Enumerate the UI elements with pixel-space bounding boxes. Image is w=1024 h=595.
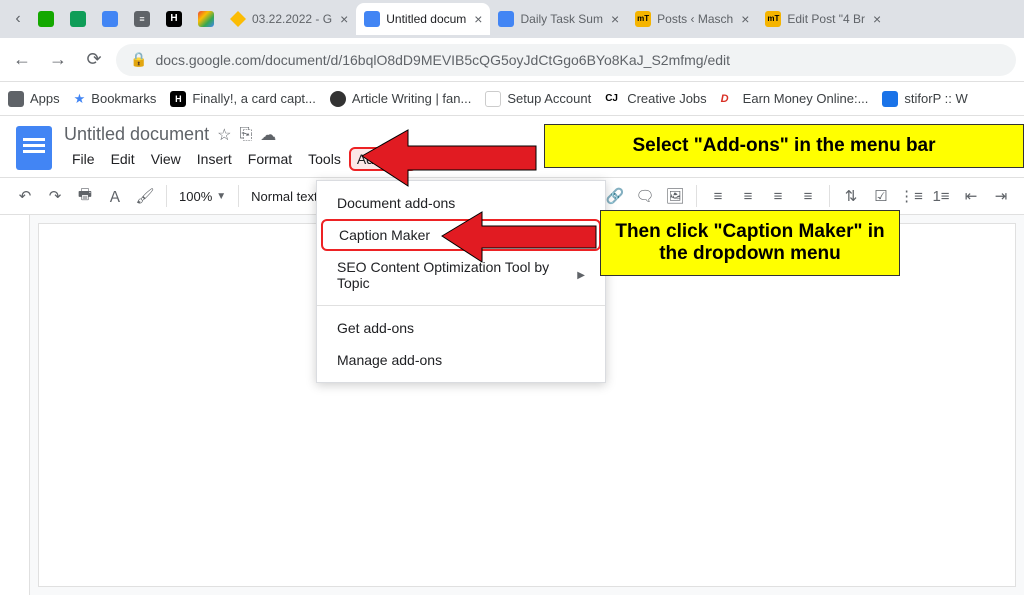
image-button[interactable]: 🖼 [662,183,688,209]
align-left-button[interactable]: ≡ [705,183,731,209]
close-icon[interactable]: × [741,11,749,27]
bookmark-item[interactable]: ★Bookmarks [74,91,157,107]
close-icon[interactable]: × [611,11,619,27]
annotation-arrow [360,126,540,196]
move-icon[interactable]: ⎘ [239,126,252,144]
checklist-button[interactable]: ☑ [868,183,894,209]
close-icon[interactable]: × [340,11,348,27]
bulleted-list-button[interactable]: ⋮≡ [898,183,924,209]
vertical-ruler [0,215,30,595]
spellcheck-button[interactable]: Ａ [102,183,128,209]
doc-title[interactable]: Untitled document [64,124,209,145]
annotation-arrow [440,210,600,270]
menu-format[interactable]: Format [240,147,300,171]
indent-increase-button[interactable]: ⇥ [988,183,1014,209]
back-button[interactable]: ← [8,46,36,74]
print-button[interactable]: 🖶 [72,183,98,209]
dropdown-item-manage-addons[interactable]: Manage add-ons [317,344,605,376]
browser-tab[interactable]: mTEdit Post "4 Br× [757,3,889,35]
annotation-callout: Select "Add-ons" in the menu bar [544,124,1024,168]
paint-format-button[interactable]: 🖌 [132,183,158,209]
browser-tab[interactable] [62,3,94,35]
annotation-callout: Then click "Caption Maker" in the dropdo… [600,210,900,276]
bookmark-item[interactable]: HFinally!, a card capt... [170,91,316,107]
line-spacing-button[interactable]: ⇅ [838,183,864,209]
numbered-list-button[interactable]: 1≡ [928,183,954,209]
align-right-button[interactable]: ≡ [765,183,791,209]
menu-insert[interactable]: Insert [189,147,240,171]
docs-logo-icon[interactable] [16,126,52,170]
dropdown-item-get-addons[interactable]: Get add-ons [317,312,605,344]
dropdown-separator [317,305,605,306]
tab-scroll-left[interactable]: ‹ [6,7,30,31]
align-justify-button[interactable]: ≡ [795,183,821,209]
bookmark-item[interactable]: Article Writing | fan... [330,91,471,107]
browser-tab[interactable]: H [158,3,190,35]
browser-tab[interactable] [94,3,126,35]
star-icon: ★ [74,91,86,107]
lock-icon: 🔒 [130,51,147,68]
browser-tab[interactable]: 03.22.2022 - G× [222,3,356,35]
browser-tab[interactable]: Daily Task Sum× [490,3,627,35]
browser-tab[interactable] [190,3,222,35]
undo-button[interactable]: ↶ [12,183,38,209]
menu-edit[interactable]: Edit [103,147,143,171]
reload-button[interactable]: ⟳ [80,46,108,74]
browser-tab-active[interactable]: Untitled docum× [356,3,490,35]
forward-button[interactable]: → [44,46,72,74]
bookmarks-bar: Apps ★Bookmarks HFinally!, a card capt..… [0,82,1024,116]
close-icon[interactable]: × [873,11,881,27]
bookmark-item[interactable]: CJCreative Jobs [605,91,706,107]
bookmark-item[interactable]: stiforP :: W [882,91,967,107]
cloud-icon[interactable]: ☁ [260,125,276,145]
align-center-button[interactable]: ≡ [735,183,761,209]
browser-tab-strip: ‹ ≡ H 03.22.2022 - G× Untitled docum× Da… [0,0,1024,38]
zoom-select[interactable]: 100%▼ [175,189,230,204]
address-field[interactable]: 🔒 docs.google.com/document/d/16bqlO8dD9M… [116,44,1016,76]
close-icon[interactable]: × [474,11,482,27]
url-bar: ← → ⟳ 🔒 docs.google.com/document/d/16bql… [0,38,1024,82]
redo-button[interactable]: ↷ [42,183,68,209]
browser-tab[interactable]: ≡ [126,3,158,35]
comment-button[interactable]: 🗨 [632,183,658,209]
apps-button[interactable]: Apps [8,91,60,107]
bookmark-item[interactable]: Setup Account [485,91,591,107]
chevron-right-icon: ▶ [577,270,585,281]
menu-view[interactable]: View [143,147,189,171]
browser-tab[interactable] [30,3,62,35]
browser-tab[interactable]: mTPosts ‹ Masch× [627,3,757,35]
indent-decrease-button[interactable]: ⇤ [958,183,984,209]
star-icon[interactable]: ☆ [217,125,231,145]
bookmark-item[interactable]: DEarn Money Online:... [721,91,869,107]
menu-file[interactable]: File [64,147,103,171]
menu-tools[interactable]: Tools [300,147,349,171]
